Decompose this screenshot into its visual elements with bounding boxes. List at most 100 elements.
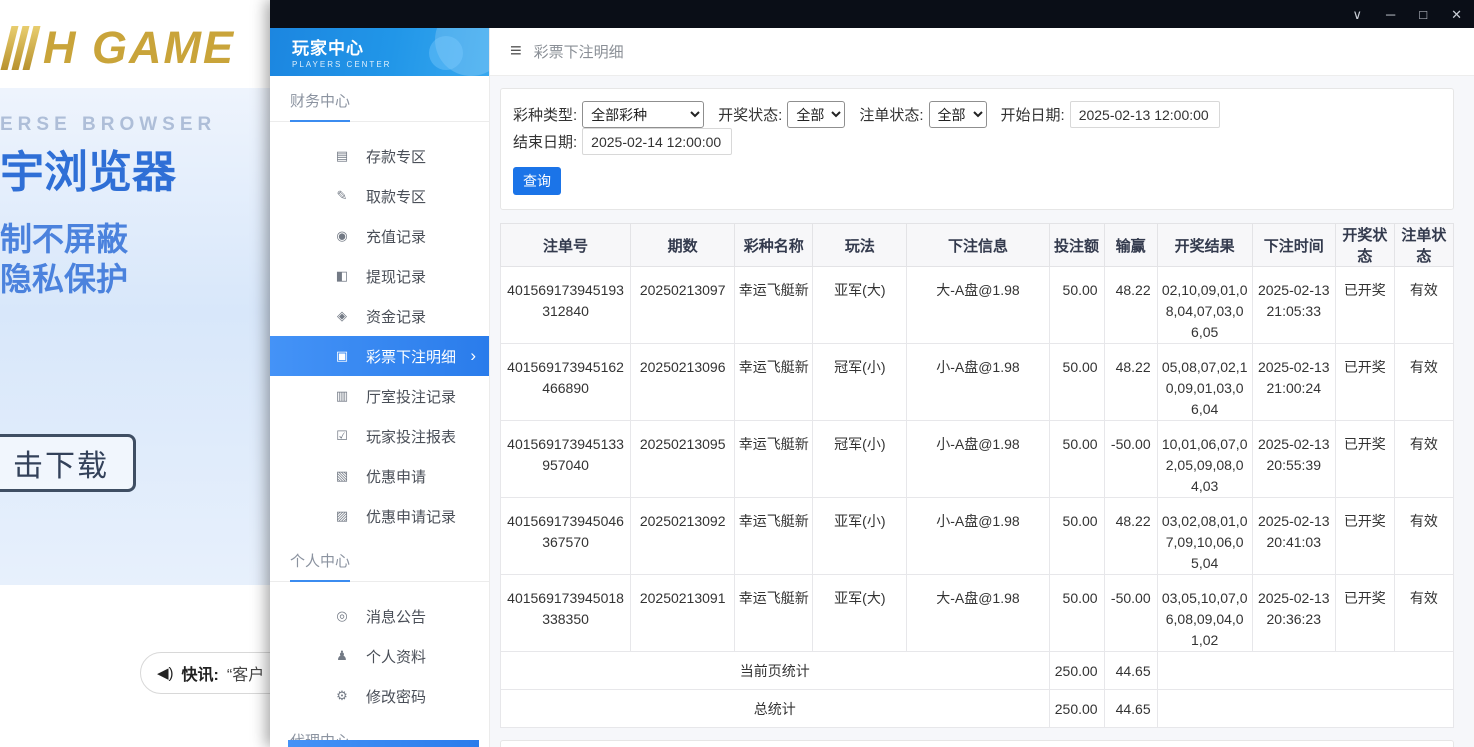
sidebar-item-lottery-bet-detail[interactable]: ▣彩票下注明细› (270, 336, 489, 376)
sidebar-item-label: 充值记录 (366, 226, 426, 247)
cell-bet_no: 401569173945133957040 (501, 421, 631, 498)
cell-lottery: 幸运飞艇新 (735, 421, 813, 498)
summary-empty (1157, 652, 1453, 690)
sidebar-item-label: 优惠申请 (366, 466, 426, 487)
table-row: 40156917394519331284020250213097幸运飞艇新亚军(… (501, 267, 1454, 344)
banner-title: 宇浏览器 (0, 136, 176, 200)
bet-status-select[interactable]: 全部 (929, 101, 987, 128)
summary-winloss: 44.65 (1104, 690, 1157, 728)
summary-amount: 250.00 (1049, 690, 1104, 728)
filter-panel: 彩种类型: 全部彩种 开奖状态: 全部 注单状态: (500, 88, 1454, 210)
sidebar-item-promo-apply-record[interactable]: ▨优惠申请记录 (270, 496, 489, 536)
sidebar-item-hall-bet-record[interactable]: ▥厅室投注记录 (270, 376, 489, 416)
end-date-input[interactable] (582, 128, 732, 155)
summary-label: 当前页统计 (501, 652, 1050, 690)
summary-winloss: 44.65 (1104, 652, 1157, 690)
cell-time: 2025-02-13 20:36:23 (1252, 575, 1335, 652)
sidebar-title: 玩家中心 (292, 34, 489, 59)
sidebar-item-label: 个人资料 (366, 646, 426, 667)
minimize-icon[interactable]: ─ (1386, 8, 1395, 21)
cell-draw_status: 已开奖 (1335, 421, 1394, 498)
download-button[interactable]: 击下载 (0, 434, 136, 492)
column-header: 期数 (631, 224, 735, 267)
sidebar-item-promo-apply[interactable]: ▧ 优惠申请 (270, 456, 489, 496)
sidebar-item-label: 消息公告 (366, 606, 426, 627)
cell-time: 2025-02-13 21:00:24 (1252, 344, 1335, 421)
sidebar-section: 财务中心 (270, 76, 489, 122)
cell-draw_status: 已开奖 (1335, 498, 1394, 575)
page-title: 彩票下注明细 (534, 41, 624, 62)
cell-bet_info: 小-A盘@1.98 (907, 421, 1049, 498)
close-icon[interactable]: ✕ (1451, 8, 1462, 21)
message-notice-icon: ◎ (334, 608, 350, 624)
cell-period: 20250213097 (631, 267, 735, 344)
sidebar-item-message-notice[interactable]: ◎ 消息公告 (270, 596, 489, 636)
lottery-type-select[interactable]: 全部彩种 (582, 101, 704, 128)
table-row: 40156917394513395704020250213095幸运飞艇新冠军(… (501, 421, 1454, 498)
sidebar-subtitle: PLAYERS CENTER (292, 60, 489, 69)
summary-label: 总统计 (501, 690, 1050, 728)
chevron-down-icon[interactable]: ∨ (1353, 8, 1363, 21)
maximize-icon[interactable]: □ (1419, 8, 1427, 21)
banner-tagline-en: ERSE BROWSER (0, 114, 216, 136)
recharge-record-icon: ◉ (334, 228, 350, 244)
cell-lottery: 幸运飞艇新 (735, 344, 813, 421)
cell-result: 05,08,07,02,10,09,01,03,06,04 (1157, 344, 1252, 421)
summary-amount: 250.00 (1049, 652, 1104, 690)
cell-amount: 50.00 (1049, 344, 1104, 421)
sidebar-menu: 财务中心 ▤存款专区✎取款专区 ◉ 充值记录 ◧提现记录◈资金记录▣彩票下注明细›▥厅室… (270, 76, 489, 747)
change-password-icon: ⚙ (334, 688, 350, 704)
column-header: 注单状态 (1394, 224, 1453, 267)
sidebar-item-withdrawal-record[interactable]: ◧提现记录 (270, 256, 489, 296)
sidebar-section: 个人中心 (270, 536, 489, 582)
withdrawal-record-icon: ◧ (334, 268, 350, 284)
column-header: 注单号 (501, 224, 631, 267)
sidebar-item-label: 存款专区 (366, 146, 426, 167)
content: 彩种类型: 全部彩种 开奖状态: 全部 注单状态: (490, 76, 1474, 747)
draw-status-select[interactable]: 全部 (787, 101, 845, 128)
cell-lottery: 幸运飞艇新 (735, 267, 813, 344)
cell-amount: 50.00 (1049, 575, 1104, 652)
cell-play: 冠军(小) (813, 421, 907, 498)
logo-bars-icon (6, 26, 35, 70)
table-body: 40156917394519331284020250213097幸运飞艇新亚军(… (501, 267, 1454, 728)
cell-play: 亚军(大) (813, 575, 907, 652)
sidebar-item-change-password[interactable]: ⚙ 修改密码 (270, 676, 489, 716)
sidebar-item-deposit-zone[interactable]: ▤存款专区 (270, 136, 489, 176)
lottery-bet-detail-icon: ▣ (334, 348, 350, 364)
start-date-label: 开始日期: (1001, 104, 1065, 125)
hamburger-menu-icon[interactable]: ≡ (510, 40, 522, 63)
start-date-input[interactable] (1070, 101, 1220, 128)
hall-bet-record-icon: ▥ (334, 388, 350, 404)
query-button[interactable]: 查询 (513, 167, 561, 195)
cell-bet_info: 大-A盘@1.98 (907, 267, 1049, 344)
promo-apply-icon: ▧ (334, 468, 350, 484)
promo-apply-record-icon: ▨ (334, 508, 350, 524)
bet-status-label: 注单状态: (859, 104, 923, 125)
cell-draw_status: 已开奖 (1335, 267, 1394, 344)
sidebar-header: 玩家中心 PLAYERS CENTER (270, 28, 489, 76)
sidebar-item-withdraw-zone[interactable]: ✎取款专区 (270, 176, 489, 216)
cell-period: 20250213095 (631, 421, 735, 498)
sidebar-bottom-strip (288, 740, 479, 747)
sidebar-item-label: 玩家投注报表 (366, 426, 456, 447)
sidebar-item-personal-profile[interactable]: ♟个人资料 (270, 636, 489, 676)
sidebar-item-fund-record[interactable]: ◈资金记录 (270, 296, 489, 336)
column-header: 开奖状态 (1335, 224, 1394, 267)
sidebar-item-player-bet-report[interactable]: ☑玩家投注报表 (270, 416, 489, 456)
logo-text: H GAME (43, 22, 235, 74)
bet-table: 注单号期数彩种名称玩法下注信息投注额输赢开奖结果下注时间开奖状态注单状态 401… (500, 223, 1454, 728)
end-date-label: 结束日期: (513, 131, 577, 152)
main-header: ≡ 彩票下注明细 (490, 28, 1474, 76)
bet-table-panel: 注单号期数彩种名称玩法下注信息投注额输赢开奖结果下注时间开奖状态注单状态 401… (500, 223, 1454, 728)
cell-bet_status: 有效 (1394, 267, 1453, 344)
sidebar-item-label: 修改密码 (366, 686, 426, 707)
table-row: 40156917394504636757020250213092幸运飞艇新亚军(… (501, 498, 1454, 575)
column-header: 彩种名称 (735, 224, 813, 267)
cell-amount: 50.00 (1049, 421, 1104, 498)
ticker-label: 快讯: (182, 661, 219, 685)
cell-result: 03,05,10,07,06,08,09,04,01,02 (1157, 575, 1252, 652)
speaker-icon: ◀) (157, 664, 174, 682)
sidebar-item-recharge-record[interactable]: ◉ 充值记录 (270, 216, 489, 256)
cell-bet_no: 401569173945046367570 (501, 498, 631, 575)
